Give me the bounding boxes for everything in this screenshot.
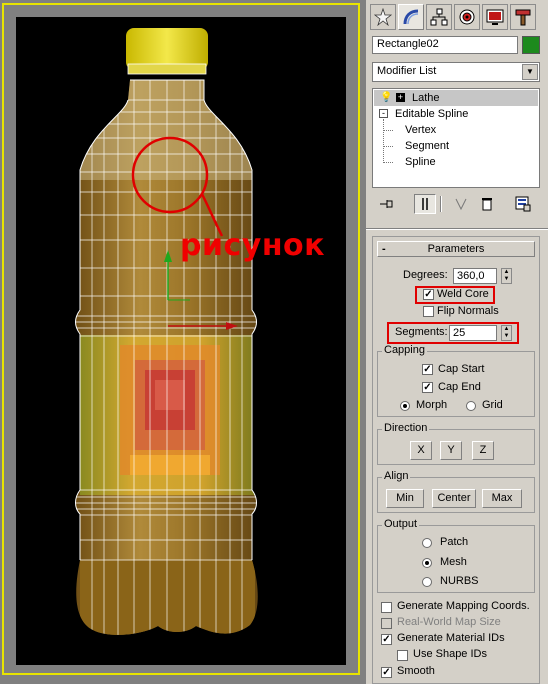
modify-tab[interactable] bbox=[398, 4, 424, 30]
stack-toolbar bbox=[376, 194, 540, 216]
chevron-down-icon[interactable]: ▼ bbox=[522, 64, 538, 80]
align-center-button[interactable]: Center bbox=[432, 489, 476, 508]
nurbs-label: NURBS bbox=[440, 575, 479, 587]
direction-title: Direction bbox=[382, 422, 430, 434]
hierarchy-tab[interactable] bbox=[426, 4, 452, 30]
perspective-viewport[interactable]: рисунок bbox=[0, 0, 366, 684]
collapse-icon[interactable]: - bbox=[379, 109, 388, 118]
object-color-swatch[interactable] bbox=[522, 36, 540, 54]
modify-icon bbox=[403, 9, 419, 25]
capping-group: Capping ✓ Cap Start ✓ Cap End Morph Grid bbox=[377, 344, 535, 417]
cap-start-checkbox[interactable]: ✓ bbox=[422, 364, 433, 375]
stack-item-label: Spline bbox=[405, 156, 436, 168]
stack-item-label: Lathe bbox=[412, 92, 440, 104]
patch-label: Patch bbox=[440, 536, 469, 548]
show-end-result-button[interactable] bbox=[414, 194, 436, 214]
stack-item-lathe[interactable]: 💡 + Lathe bbox=[374, 90, 538, 106]
create-tab[interactable] bbox=[370, 4, 396, 30]
mesh-label: Mesh bbox=[440, 556, 467, 568]
use-shape-ids-checkbox[interactable] bbox=[397, 650, 408, 661]
flip-normals-checkbox[interactable] bbox=[423, 306, 434, 317]
modifier-stack: 💡 + Lathe - Editable Spline Vertex Segme… bbox=[372, 88, 540, 188]
configure-modifier-sets-button[interactable] bbox=[512, 194, 534, 214]
utilities-tab[interactable] bbox=[510, 4, 536, 30]
create-icon bbox=[374, 8, 392, 26]
remove-modifier-button[interactable] bbox=[476, 194, 498, 214]
generate-material-ids-label: Generate Material IDs bbox=[397, 632, 505, 644]
patch-radio[interactable] bbox=[422, 538, 432, 548]
config-icon bbox=[515, 196, 531, 212]
capping-title: Capping bbox=[382, 344, 427, 356]
stack-item-label: Segment bbox=[405, 140, 450, 152]
display-icon bbox=[486, 9, 504, 25]
generate-mapping-checkbox[interactable] bbox=[381, 602, 392, 613]
segments-label: Segments: bbox=[395, 326, 448, 338]
smooth-checkbox[interactable]: ✓ bbox=[381, 667, 392, 678]
cap-end-label: Cap End bbox=[438, 381, 481, 393]
annotation-label: рисунок bbox=[180, 228, 326, 263]
collapse-rollout-icon[interactable]: - bbox=[382, 242, 386, 256]
align-min-button[interactable]: Min bbox=[386, 489, 424, 508]
stack-item-label: Editable Spline bbox=[395, 108, 469, 120]
command-panel-tabs bbox=[370, 4, 546, 32]
hierarchy-icon bbox=[430, 8, 448, 26]
parameters-rollout: - Parameters Degrees: 360,0 ▲ ▼ ✓ Weld Co… bbox=[372, 236, 540, 684]
degrees-field[interactable]: 360,0 bbox=[453, 268, 497, 284]
generate-mapping-label: Generate Mapping Coords. bbox=[397, 600, 530, 612]
weld-core-label: Weld Core bbox=[437, 288, 489, 300]
direction-z-button[interactable]: Z bbox=[472, 441, 494, 460]
grid-radio[interactable] bbox=[466, 401, 476, 411]
real-world-label: Real-World Map Size bbox=[397, 616, 501, 628]
mesh-radio[interactable] bbox=[422, 558, 432, 568]
real-world-checkbox[interactable] bbox=[381, 618, 392, 629]
use-shape-ids-label: Use Shape IDs bbox=[413, 648, 487, 660]
nurbs-radio[interactable] bbox=[422, 577, 432, 587]
bulb-icon[interactable]: 💡 bbox=[380, 90, 392, 106]
make-unique-button[interactable] bbox=[450, 194, 472, 214]
morph-radio[interactable] bbox=[400, 401, 410, 411]
degrees-label: Degrees: bbox=[403, 269, 448, 281]
grid-label: Grid bbox=[482, 399, 503, 411]
direction-x-button[interactable]: X bbox=[410, 441, 432, 460]
pin-icon bbox=[380, 200, 393, 208]
stack-item-label: Vertex bbox=[405, 124, 437, 136]
trash-icon bbox=[482, 198, 492, 211]
make-unique-icon bbox=[455, 198, 467, 211]
command-panel: Rectangle02 Modifier List ▼ 💡 + Lathe - … bbox=[366, 0, 548, 684]
smooth-label: Smooth bbox=[397, 665, 435, 677]
motion-icon bbox=[459, 9, 475, 25]
align-title: Align bbox=[382, 470, 411, 482]
segments-field[interactable]: 25 bbox=[449, 325, 497, 341]
flip-normals-label: Flip Normals bbox=[437, 305, 499, 317]
cap-start-label: Cap Start bbox=[438, 363, 485, 375]
rollout-title: Parameters bbox=[427, 243, 485, 255]
parameters-rollout-header[interactable]: - Parameters bbox=[377, 241, 535, 257]
expand-icon[interactable]: + bbox=[396, 93, 405, 102]
morph-label: Morph bbox=[416, 399, 448, 411]
display-tab[interactable] bbox=[482, 4, 508, 30]
utilities-icon bbox=[515, 9, 531, 26]
output-group: Output Patch Mesh NURBS bbox=[377, 518, 535, 593]
bottle-render bbox=[75, 28, 258, 635]
generate-material-ids-checkbox[interactable]: ✓ bbox=[381, 634, 392, 645]
direction-group: Direction X Y Z bbox=[377, 422, 535, 465]
align-max-button[interactable]: Max bbox=[482, 489, 522, 508]
segments-spinner[interactable]: ▲ ▼ bbox=[501, 325, 512, 341]
weld-core-checkbox[interactable]: ✓ bbox=[423, 289, 434, 300]
motion-tab[interactable] bbox=[454, 4, 480, 30]
end-result-icon bbox=[422, 198, 428, 210]
output-title: Output bbox=[382, 518, 420, 530]
modifier-list-dropdown[interactable]: Modifier List ▼ bbox=[372, 62, 540, 82]
direction-y-button[interactable]: Y bbox=[440, 441, 462, 460]
pin-stack-button[interactable] bbox=[376, 194, 398, 214]
modifier-list-label: Modifier List bbox=[377, 65, 437, 77]
align-group: Align Min Center Max bbox=[377, 470, 535, 513]
cap-end-checkbox[interactable]: ✓ bbox=[422, 382, 433, 393]
degrees-spinner[interactable]: ▲ ▼ bbox=[501, 268, 512, 284]
object-name-field[interactable]: Rectangle02 bbox=[372, 36, 518, 54]
